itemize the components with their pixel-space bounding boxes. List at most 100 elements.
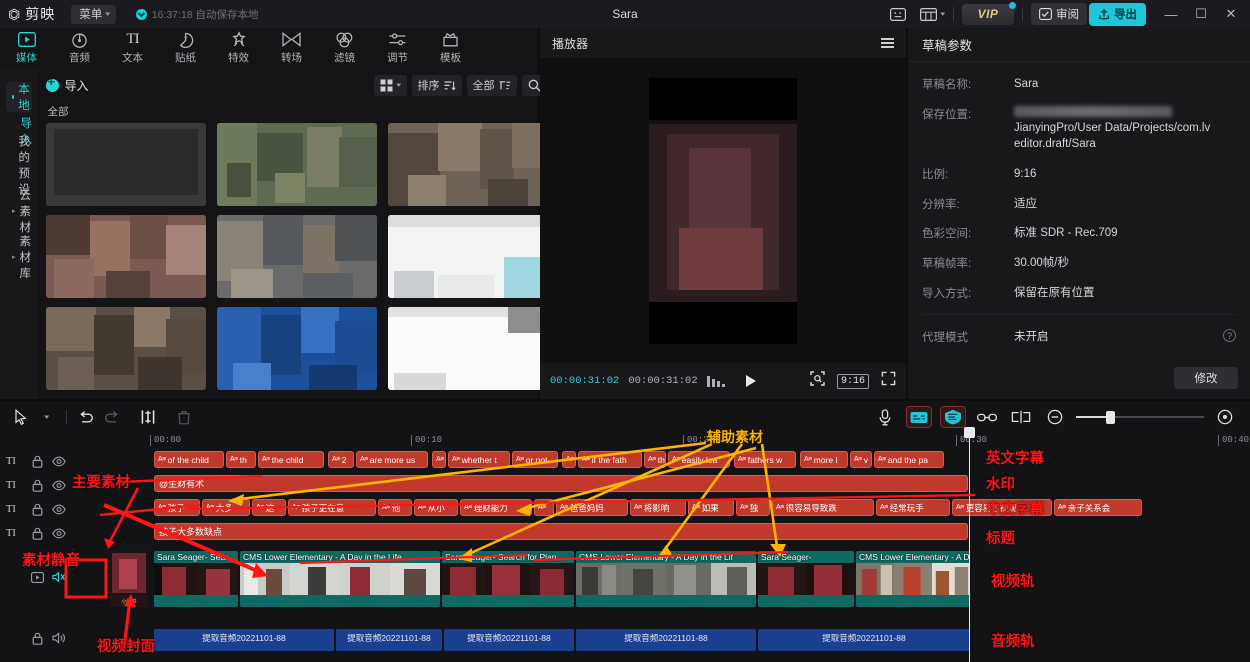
chevron-down-icon[interactable]: ▾ xyxy=(941,10,946,18)
video-clip[interactable]: CMS Lower Elementary - A Day xyxy=(856,551,970,607)
mute-icon[interactable] xyxy=(48,632,70,644)
eye-icon[interactable] xyxy=(48,504,70,515)
audio-clip[interactable]: 提取音频20221101-88 xyxy=(154,629,334,651)
audio-clip[interactable]: 提取音频20221101-88 xyxy=(336,629,442,651)
timeline-ruler[interactable]: 00:00 00:10 00:20 00:30 00:40 xyxy=(0,433,1250,449)
select-tool-caret-icon[interactable]: ▾ xyxy=(34,404,60,430)
text-clip[interactable]: A≡这 xyxy=(252,499,286,516)
audio-clip[interactable]: 提取音频20221101-88 xyxy=(576,629,756,651)
text-clip[interactable]: A≡and the pa xyxy=(874,451,944,468)
tab-template[interactable]: 模板 xyxy=(424,28,477,68)
split-icon[interactable] xyxy=(135,404,161,430)
maximize-icon[interactable]: ☐ xyxy=(1186,0,1216,28)
layout-icon[interactable] xyxy=(914,0,942,28)
text-clip[interactable]: A≡孩子更在意 xyxy=(288,499,376,516)
view-mode-button[interactable]: ▾ xyxy=(374,75,407,96)
microphone-icon[interactable] xyxy=(872,404,898,430)
redo-icon[interactable] xyxy=(99,404,125,430)
export-button[interactable]: 导出 xyxy=(1089,3,1146,26)
slider-knob[interactable] xyxy=(1106,411,1115,424)
text-clip[interactable]: A≡easily lea xyxy=(668,451,730,468)
text-clip[interactable]: A≡经常玩手 xyxy=(876,499,950,516)
vip-badge[interactable]: VIP xyxy=(962,4,1014,25)
close-icon[interactable]: ✕ xyxy=(1216,0,1246,28)
video-cover-thumb[interactable]: 小红书 xyxy=(110,551,148,607)
menu-button[interactable]: 菜单 ▾ xyxy=(71,5,116,24)
video-clip[interactable]: CMS Lower Elementary - A Day in the Lif xyxy=(576,551,756,607)
media-thumb-8[interactable] xyxy=(217,307,377,390)
text-clip[interactable]: A≡th xyxy=(644,451,666,468)
tab-effects[interactable]: 特效 xyxy=(212,28,265,68)
note-icon[interactable] xyxy=(884,0,912,28)
audio-clip[interactable]: 提取音频20221101-88 xyxy=(444,629,574,651)
video-clip[interactable]: Sara Seager- Search for Plan xyxy=(442,551,574,607)
text-clip[interactable]: A≡are more us xyxy=(356,451,428,468)
text-clip[interactable]: A≡ xyxy=(432,451,446,468)
tab-filter[interactable]: 滤镜 xyxy=(318,28,371,68)
watermark-clip[interactable]: @生财有术 xyxy=(154,475,968,492)
snap-icon[interactable] xyxy=(1008,404,1034,430)
playhead[interactable] xyxy=(969,431,970,662)
text-clip[interactable]: A≡很容易导致跌 xyxy=(772,499,874,516)
text-clip[interactable]: A≡大多 xyxy=(202,499,250,516)
link-icon[interactable] xyxy=(974,404,1000,430)
filter-button[interactable]: 全部 xyxy=(467,75,517,96)
sidebar-item-material-library[interactable]: ▸ 素材库 xyxy=(0,242,38,272)
text-clip[interactable]: A≡ xyxy=(562,451,576,468)
fullscreen-icon[interactable] xyxy=(881,371,896,391)
media-thumb-5[interactable] xyxy=(217,215,377,298)
player-stage[interactable] xyxy=(540,58,906,363)
help-icon[interactable]: ? xyxy=(1223,329,1236,342)
text-clip[interactable]: A≡more l xyxy=(800,451,848,468)
text-clip[interactable]: A≡the child xyxy=(258,451,324,468)
eye-icon[interactable] xyxy=(48,480,70,491)
video-clip[interactable]: Sara Seager- Sear xyxy=(154,551,238,607)
lock-icon[interactable] xyxy=(26,503,48,516)
tab-transition[interactable]: 转场 xyxy=(265,28,318,68)
audio-clip[interactable]: 提取音频20221101-88 xyxy=(758,629,970,651)
sort-button[interactable]: 排序 xyxy=(412,75,462,96)
text-clip[interactable]: A≡更容易忽视现 xyxy=(952,499,1052,516)
tab-media[interactable]: 媒体 xyxy=(0,28,53,68)
media-thumb-1[interactable] xyxy=(46,123,206,206)
text-clip[interactable]: A≡将影响 xyxy=(630,499,686,516)
text-clip[interactable]: A≡孩子 xyxy=(154,499,200,516)
cursor-icon[interactable] xyxy=(8,404,34,430)
text-clip[interactable]: A≡理财能力 xyxy=(460,499,532,516)
text-clip[interactable]: A≡爸爸妈妈 xyxy=(556,499,628,516)
eye-icon[interactable] xyxy=(48,456,70,467)
minimize-icon[interactable]: — xyxy=(1156,0,1186,28)
lock-icon[interactable] xyxy=(26,632,48,645)
video-clip[interactable]: Sara Seager- xyxy=(758,551,854,607)
lock-icon[interactable] xyxy=(26,455,48,468)
lock-icon[interactable] xyxy=(26,479,48,492)
zoom-out-icon[interactable] xyxy=(1042,404,1068,430)
video-mute-icon[interactable] xyxy=(48,571,70,583)
media-thumb-6[interactable] xyxy=(388,215,548,298)
review-button[interactable]: 审阅 xyxy=(1031,3,1087,25)
text-clip[interactable]: A≡fathers w xyxy=(734,451,796,468)
import-button[interactable]: 导入 xyxy=(46,77,89,94)
text-clip[interactable]: A≡whether t xyxy=(448,451,510,468)
text-clip[interactable]: A≡从小 xyxy=(414,499,458,516)
title-clip[interactable]: 孩子大多数缺点 xyxy=(154,523,968,540)
text-clip[interactable]: A≡v xyxy=(850,451,872,468)
modify-button[interactable]: 修改 xyxy=(1174,367,1238,389)
hamburger-icon[interactable] xyxy=(881,38,894,48)
trash-icon[interactable] xyxy=(171,404,197,430)
text-clip[interactable]: A≡亲子关系会 xyxy=(1054,499,1142,516)
lock-icon[interactable] xyxy=(26,527,48,540)
audio-levels-icon[interactable] xyxy=(707,376,725,387)
text-clip[interactable]: A≡如果 xyxy=(688,499,734,516)
timeline-zoom-slider[interactable] xyxy=(1076,409,1204,425)
media-thumb-7[interactable] xyxy=(46,307,206,390)
tab-adjust[interactable]: 调节 xyxy=(371,28,424,68)
aspect-ratio-button[interactable]: 9:16 xyxy=(837,374,869,389)
zoom-in-icon[interactable] xyxy=(1212,404,1238,430)
caption-icon[interactable] xyxy=(906,406,932,428)
sidebar-item-local[interactable]: 本地 xyxy=(6,82,32,112)
text-clip[interactable]: A≡if the fath xyxy=(578,451,642,468)
media-thumb-3[interactable] xyxy=(388,123,548,206)
tab-sticker[interactable]: 贴纸 xyxy=(159,28,212,68)
text-clip[interactable]: A≡独 xyxy=(736,499,770,516)
